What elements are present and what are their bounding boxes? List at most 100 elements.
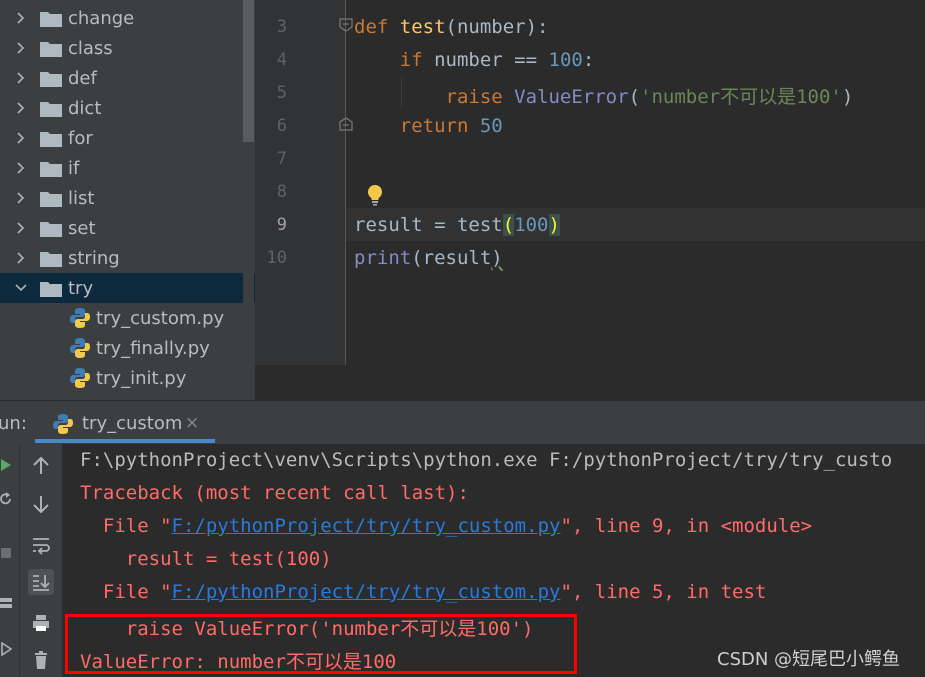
- number-literal: 100: [514, 214, 549, 236]
- fold-marker-icon[interactable]: [339, 117, 353, 131]
- builtin-name: ValueError: [514, 86, 629, 108]
- tree-file-label: try_custom.py: [96, 307, 225, 329]
- trash-icon: [35, 651, 47, 669]
- rerun-icon[interactable]: [0, 492, 12, 506]
- python-file-icon: [70, 338, 90, 358]
- tree-folder-if[interactable]: if: [0, 153, 255, 183]
- active-tab-indicator: [35, 439, 215, 443]
- line-number-current: 9: [276, 215, 287, 235]
- print-icon: [33, 615, 49, 631]
- code-text: number ==: [422, 49, 549, 71]
- scroll-to-end-icon: [33, 575, 50, 591]
- code-line-5: raise ValueError('number不可以是100'): [354, 82, 854, 109]
- file-link[interactable]: F:/pythonProject/try/try_custom.py: [172, 581, 561, 603]
- code-editor[interactable]: 3 4 5 6 7 8 9 10 def test(number): if nu…: [255, 0, 925, 400]
- close-icon[interactable]: ×: [185, 413, 199, 433]
- folder-icon: [40, 221, 62, 237]
- gutter-divider: [345, 0, 346, 365]
- chevron-right-icon[interactable]: [14, 101, 28, 115]
- lightbulb-icon[interactable]: [365, 184, 385, 206]
- tree-folder-label: change: [68, 7, 135, 29]
- chevron-right-icon[interactable]: [14, 221, 28, 235]
- print-button[interactable]: [28, 610, 54, 636]
- warning-squiggle: ): [491, 247, 503, 269]
- tree-file-try-init[interactable]: try_init.py: [0, 363, 255, 393]
- tree-scrollbar-track[interactable]: [243, 142, 254, 400]
- run-panel-header: un: try_custom ×: [0, 400, 925, 444]
- tree-folder-label: def: [68, 67, 97, 89]
- code-line-9: result = test(100): [354, 214, 560, 236]
- line-number: 10: [266, 248, 287, 268]
- run-toolbar: [20, 444, 62, 677]
- function-name: test: [399, 16, 446, 38]
- code-line-10: print(result): [354, 247, 503, 269]
- tree-folder-string[interactable]: string: [0, 243, 255, 273]
- chevron-right-icon[interactable]: [14, 161, 28, 175]
- keyword: return: [399, 115, 469, 137]
- console-output[interactable]: F:\pythonProject\venv\Scripts\python.exe…: [62, 444, 925, 677]
- folder-icon: [40, 11, 62, 27]
- chevron-down-icon[interactable]: [14, 281, 28, 295]
- chevron-right-icon[interactable]: [14, 41, 28, 55]
- chevron-right-icon[interactable]: [14, 71, 28, 85]
- tree-folder-list[interactable]: list: [0, 183, 255, 213]
- run-left-strip: [0, 444, 20, 677]
- folder-icon: [40, 71, 62, 87]
- tree-file-label: try_finally.py: [96, 337, 210, 359]
- tree-folder-set[interactable]: set: [0, 213, 255, 243]
- tree-folder-def[interactable]: def: [0, 63, 255, 93]
- tree-folder-label: dict: [68, 97, 102, 119]
- code-line-4: if number == 100:: [354, 49, 595, 71]
- folder-icon: [40, 161, 62, 177]
- console-frame-1-code: result = test(100): [80, 548, 332, 570]
- folder-icon: [40, 101, 62, 117]
- chevron-right-icon[interactable]: [14, 131, 28, 145]
- scroll-up-button[interactable]: [28, 453, 54, 479]
- layout-icon[interactable]: [0, 596, 12, 610]
- chevron-right-icon[interactable]: [14, 191, 28, 205]
- run-icon[interactable]: [0, 458, 12, 472]
- python-icon: [53, 414, 73, 434]
- tree-folder-for[interactable]: for: [0, 123, 255, 153]
- fold-marker-icon[interactable]: [339, 18, 353, 32]
- code-text: (result: [411, 247, 492, 269]
- chevron-right-icon[interactable]: [14, 11, 28, 25]
- console-command-line: F:\pythonProject\venv\Scripts\python.exe…: [80, 449, 893, 471]
- tree-folder-dict[interactable]: dict: [0, 93, 255, 123]
- soft-wrap-button[interactable]: [28, 532, 54, 558]
- matched-paren: ): [548, 214, 560, 236]
- number-literal: 100: [548, 49, 583, 71]
- console-frame-1: File "F:/pythonProject/try/try_custom.py…: [80, 515, 812, 537]
- python-file-icon: [70, 368, 90, 388]
- tree-folder-class[interactable]: class: [0, 33, 255, 63]
- pin-icon[interactable]: [0, 642, 12, 656]
- tree-folder-label: class: [68, 37, 113, 59]
- folder-icon: [40, 41, 62, 57]
- tree-file-try-custom[interactable]: try_custom.py: [0, 303, 255, 333]
- builtin-name: print: [354, 247, 412, 269]
- code-text: ): [841, 86, 854, 108]
- scroll-down-button[interactable]: [28, 491, 54, 517]
- number-literal: 50: [479, 115, 503, 137]
- line-number: 8: [276, 182, 287, 202]
- line-number: 7: [276, 149, 287, 169]
- watermark: CSDN @短尾巴小鳄鱼: [717, 649, 901, 670]
- line-number: 3: [276, 17, 287, 37]
- chevron-right-icon[interactable]: [14, 251, 28, 265]
- frame-suffix: ", line 9, in <module>: [560, 515, 813, 537]
- clear-button[interactable]: [28, 647, 54, 673]
- matched-paren: (: [502, 214, 515, 236]
- tree-folder-try[interactable]: try: [0, 273, 255, 303]
- arrow-down-icon: [33, 496, 49, 514]
- tree-folder-change[interactable]: change: [0, 3, 255, 33]
- frame-suffix: ", line 5, in test: [560, 581, 767, 603]
- file-link[interactable]: F:/pythonProject/try/try_custom.py: [172, 515, 561, 537]
- line-number: 6: [276, 116, 287, 136]
- scroll-to-end-button[interactable]: [28, 569, 54, 595]
- code-text: :: [582, 49, 595, 71]
- stop-icon[interactable]: [0, 546, 12, 560]
- tree-scrollbar-thumb[interactable]: [243, 0, 254, 142]
- tree-file-try-finally[interactable]: try_finally.py: [0, 333, 255, 363]
- tree-folder-label: set: [68, 217, 96, 239]
- line-number: 4: [276, 50, 287, 70]
